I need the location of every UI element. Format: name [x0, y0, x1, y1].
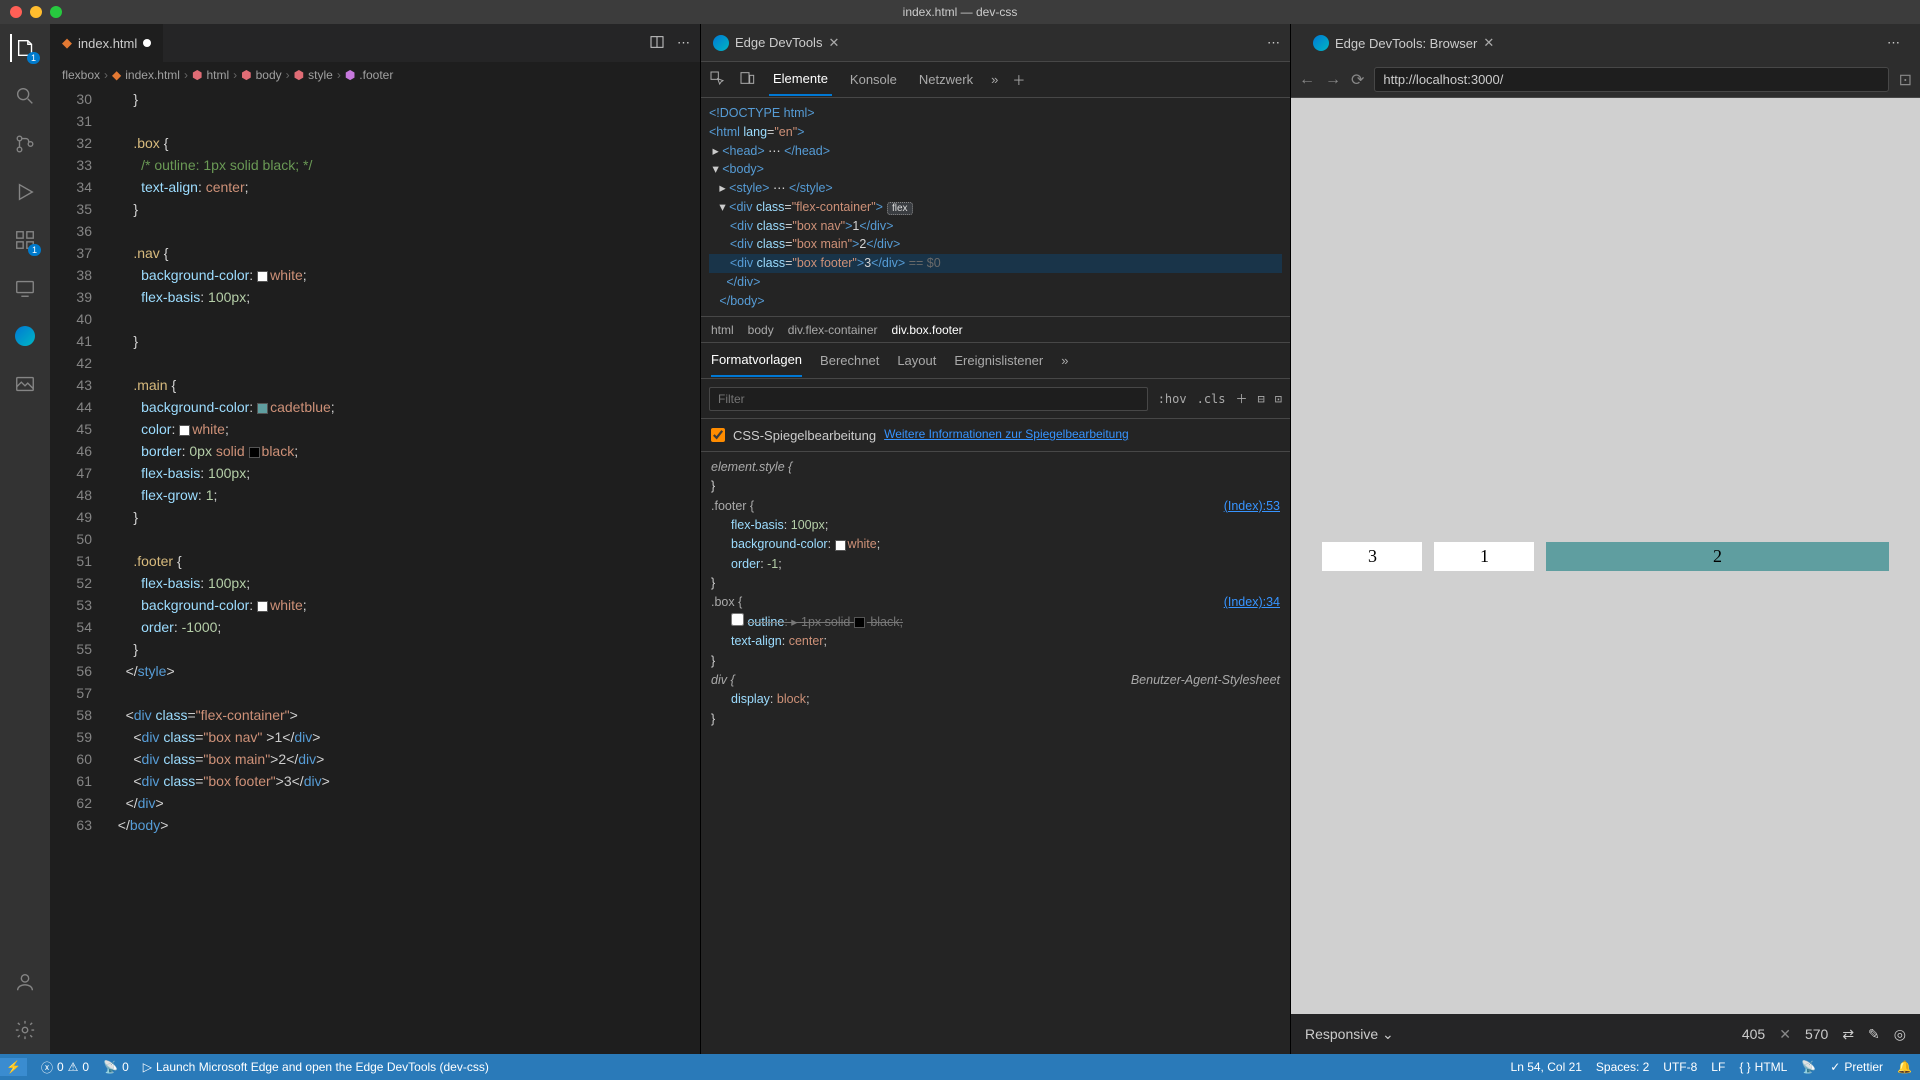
statusbar: ⚡ ⓧ 0 ⚠ 0 📡 0 ▷ Launch Microsoft Edge an…: [0, 1054, 1920, 1080]
more-styles-tabs-icon[interactable]: »: [1061, 345, 1068, 376]
remote-indicator[interactable]: ⚡: [0, 1058, 27, 1076]
styles-filter-row: :hov .cls ＋ ⊟ ⊡: [701, 379, 1290, 419]
console-tab[interactable]: Konsole: [846, 64, 901, 95]
reload-icon[interactable]: ⟳: [1351, 70, 1364, 90]
device-more-icon[interactable]: ◎: [1894, 1026, 1906, 1043]
run-debug-icon[interactable]: [11, 178, 39, 206]
devtools-panel: Edge DevTools ✕ ⋯ Elemente Konsole Netzw…: [700, 24, 1290, 1054]
tab-filename: index.html: [78, 36, 137, 51]
browser-more-icon[interactable]: ⋯: [1887, 35, 1910, 51]
flex-preview: 3 1 2: [1322, 542, 1888, 571]
back-icon[interactable]: ←: [1299, 71, 1315, 89]
forward-icon[interactable]: →: [1325, 71, 1341, 89]
new-rule-icon[interactable]: ＋: [1236, 390, 1248, 407]
css-mirror-label: CSS-Spiegelbearbeitung: [733, 428, 876, 443]
inspect-icon[interactable]: [709, 70, 725, 89]
breadcrumb[interactable]: flexbox› ◆index.html› ⬢html› ⬢body› ⬢sty…: [50, 62, 700, 88]
cursor-position[interactable]: Ln 54, Col 21: [1511, 1060, 1582, 1074]
titlebar: index.html — dev-css: [0, 0, 1920, 24]
edge-icon[interactable]: [11, 322, 39, 350]
split-editor-icon[interactable]: [649, 34, 665, 53]
editor-tab[interactable]: ◆ index.html: [50, 24, 164, 62]
styles-filter-input[interactable]: [709, 387, 1148, 411]
maximize-window[interactable]: [50, 6, 62, 18]
computed-sidebar-icon[interactable]: ⊟: [1258, 392, 1265, 406]
close-tab-icon[interactable]: ✕: [1483, 35, 1494, 51]
encoding[interactable]: UTF-8: [1663, 1060, 1697, 1074]
device-toolbar: Responsive ⌄ 405 ✕ 570 ⇄ ✎ ◎: [1291, 1014, 1920, 1054]
devtools-more-icon[interactable]: ⋯: [1267, 35, 1290, 51]
rendering-icon[interactable]: ⊡: [1275, 392, 1282, 406]
dom-breadcrumb[interactable]: html body div.flex-container div.box.foo…: [701, 317, 1290, 343]
extensions-icon[interactable]: 1: [11, 226, 39, 254]
window-title: index.html — dev-css: [903, 5, 1018, 19]
elements-tab[interactable]: Elemente: [769, 63, 832, 96]
settings-icon[interactable]: [11, 1016, 39, 1044]
eol[interactable]: LF: [1711, 1060, 1725, 1074]
editor-panel: ◆ index.html ⋯ flexbox› ◆index.html› ⬢ht…: [50, 24, 700, 1054]
screenshot-icon[interactable]: ⊡: [1899, 70, 1912, 90]
device-select[interactable]: Responsive ⌄: [1305, 1026, 1394, 1043]
devtools-tab[interactable]: Edge DevTools ✕: [701, 24, 851, 61]
explorer-badge: 1: [27, 52, 40, 64]
code-editor[interactable]: 3031323334353637383940414243444546474849…: [50, 88, 700, 1054]
css-mirror-row: CSS-Spiegelbearbeitung Weitere Informati…: [701, 419, 1290, 452]
styles-tab[interactable]: Formatvorlagen: [711, 344, 802, 377]
dom-tree[interactable]: <!DOCTYPE html><html lang="en"> ▸ <head>…: [701, 98, 1290, 317]
device-settings-icon[interactable]: ✎: [1868, 1026, 1880, 1043]
css-mirror-checkbox[interactable]: [711, 428, 725, 442]
search-icon[interactable]: [11, 82, 39, 110]
problems-status[interactable]: ⓧ 0 ⚠ 0: [41, 1059, 89, 1076]
cls-toggle[interactable]: .cls: [1197, 392, 1226, 406]
dim-separator: ✕: [1779, 1026, 1791, 1043]
add-tab-icon[interactable]: ＋: [1012, 70, 1025, 89]
modified-indicator: [143, 39, 151, 47]
source-control-icon[interactable]: [11, 130, 39, 158]
account-icon[interactable]: [11, 968, 39, 996]
close-tab-icon[interactable]: ✕: [828, 35, 839, 51]
indentation[interactable]: Spaces: 2: [1596, 1060, 1649, 1074]
hov-toggle[interactable]: :hov: [1158, 392, 1187, 406]
url-input[interactable]: [1374, 67, 1888, 92]
computed-tab[interactable]: Berechnet: [820, 345, 879, 376]
more-tabs-icon[interactable]: »: [991, 72, 998, 87]
close-window[interactable]: [10, 6, 22, 18]
browser-nav: ← → ⟳ ⊡: [1291, 62, 1920, 98]
css-mirror-link[interactable]: Weitere Informationen zur Spiegelbearbei…: [884, 427, 1129, 443]
viewport-width[interactable]: 405: [1742, 1026, 1765, 1042]
browser-tab[interactable]: Edge DevTools: Browser ✕: [1301, 24, 1506, 62]
notifications-icon[interactable]: 🔔: [1897, 1060, 1912, 1074]
preview-box-nav: 1: [1434, 542, 1534, 571]
listeners-tab[interactable]: Ereignislistener: [954, 345, 1043, 376]
extensions-badge: 1: [28, 244, 41, 256]
go-live[interactable]: 📡: [1801, 1060, 1816, 1074]
preview-box-footer: 3: [1322, 542, 1422, 571]
launch-task[interactable]: ▷ Launch Microsoft Edge and open the Edg…: [143, 1060, 489, 1074]
rotate-icon[interactable]: ⇄: [1842, 1026, 1854, 1043]
edge-logo-icon: [713, 35, 729, 51]
activity-bar: 1 1: [0, 24, 50, 1054]
device-toggle-icon[interactable]: [739, 70, 755, 89]
edge-logo-icon: [1313, 35, 1329, 51]
layout-tab[interactable]: Layout: [897, 345, 936, 376]
preview-box-main: 2: [1546, 542, 1888, 571]
viewport-height[interactable]: 570: [1805, 1026, 1828, 1042]
browser-panel: Edge DevTools: Browser ✕ ⋯ ← → ⟳ ⊡ 3 1 2…: [1290, 24, 1920, 1054]
devtools-toolbar: Elemente Konsole Netzwerk » ＋: [701, 62, 1290, 98]
browser-viewport: 3 1 2: [1291, 98, 1920, 1014]
minimize-window[interactable]: [30, 6, 42, 18]
explorer-icon[interactable]: 1: [10, 34, 38, 62]
more-actions-icon[interactable]: ⋯: [677, 35, 690, 51]
styles-rules[interactable]: element.style {}.footer {(Index):53flex-…: [701, 452, 1290, 1054]
traffic-lights: [0, 6, 62, 18]
remote-icon[interactable]: [11, 274, 39, 302]
styles-tabs: Formatvorlagen Berechnet Layout Ereignis…: [701, 343, 1290, 379]
language-mode[interactable]: { } HTML: [1739, 1060, 1787, 1074]
prettier-status[interactable]: ✓ Prettier: [1830, 1060, 1883, 1074]
image-icon[interactable]: [11, 370, 39, 398]
network-tab[interactable]: Netzwerk: [915, 64, 977, 95]
editor-tab-bar: ◆ index.html ⋯: [50, 24, 700, 62]
ports-status[interactable]: 📡 0: [103, 1060, 129, 1074]
